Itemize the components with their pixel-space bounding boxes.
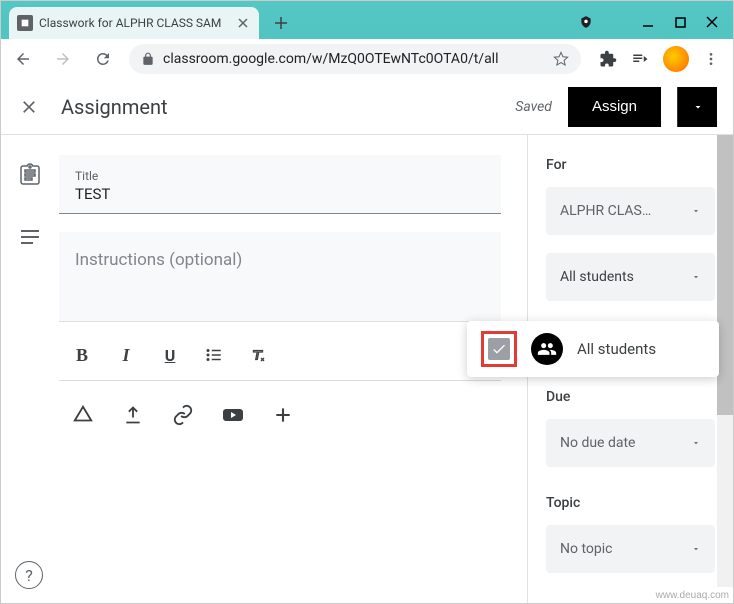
topic-label: Topic bbox=[546, 495, 715, 511]
assign-button[interactable]: Assign bbox=[568, 87, 661, 127]
caret-down-icon bbox=[691, 206, 701, 216]
students-dropdown[interactable]: All students bbox=[546, 253, 715, 301]
security-shield-icon[interactable] bbox=[579, 15, 593, 29]
editor-area: Title TEST Instructions (optional) B I U bbox=[59, 135, 527, 603]
close-assignment-button[interactable] bbox=[17, 95, 41, 119]
group-icon bbox=[531, 333, 563, 365]
browser-menu-icon[interactable] bbox=[703, 51, 719, 67]
title-field[interactable]: Title TEST bbox=[59, 155, 501, 214]
extensions-puzzle-icon[interactable] bbox=[599, 50, 617, 68]
tab-close-icon[interactable] bbox=[235, 15, 251, 31]
topic-value: No topic bbox=[560, 541, 612, 557]
lock-icon bbox=[141, 52, 155, 66]
title-label: Title bbox=[75, 169, 485, 183]
page-title: Assignment bbox=[61, 95, 168, 119]
browser-chrome: Classwork for ALPHR CLASS SAM classroom.… bbox=[1, 1, 733, 79]
left-rail bbox=[1, 135, 59, 603]
forward-button[interactable] bbox=[49, 45, 77, 73]
back-button[interactable] bbox=[9, 45, 37, 73]
bookmark-star-icon[interactable] bbox=[553, 51, 569, 67]
text-format-icon[interactable] bbox=[18, 225, 42, 249]
students-popup: All students bbox=[467, 321, 719, 377]
titlebar: Classwork for ALPHR CLASS SAM bbox=[1, 1, 733, 39]
link-button[interactable] bbox=[171, 403, 195, 427]
due-value: No due date bbox=[560, 435, 635, 451]
profile-avatar[interactable] bbox=[663, 46, 689, 72]
assign-dropdown-button[interactable] bbox=[677, 87, 717, 127]
watermark: www.deuaq.com bbox=[656, 590, 729, 601]
italic-button[interactable]: I bbox=[115, 344, 137, 366]
title-value[interactable]: TEST bbox=[75, 185, 485, 207]
class-selected: ALPHR CLAS… bbox=[560, 203, 651, 219]
class-dropdown[interactable]: ALPHR CLAS… bbox=[546, 187, 715, 235]
students-selected: All students bbox=[560, 269, 634, 285]
drive-button[interactable] bbox=[71, 403, 95, 427]
new-tab-button[interactable] bbox=[267, 9, 295, 37]
checkbox-highlight bbox=[481, 331, 517, 367]
youtube-button[interactable] bbox=[221, 403, 245, 427]
scrollbar[interactable] bbox=[717, 135, 733, 587]
caret-down-icon bbox=[691, 544, 701, 554]
topic-dropdown[interactable]: No topic bbox=[546, 525, 715, 573]
media-control-icon[interactable] bbox=[631, 50, 649, 68]
attachment-row bbox=[59, 381, 501, 449]
instructions-placeholder: Instructions (optional) bbox=[75, 250, 485, 270]
browser-tab[interactable]: Classwork for ALPHR CLASS SAM bbox=[9, 7, 259, 39]
close-window-icon[interactable] bbox=[705, 15, 719, 29]
caret-down-icon bbox=[691, 272, 701, 282]
create-button[interactable] bbox=[271, 403, 295, 427]
clear-format-button[interactable] bbox=[247, 344, 269, 366]
format-toolbar: B I U bbox=[59, 330, 501, 381]
all-students-option[interactable]: All students bbox=[467, 321, 719, 377]
upload-button[interactable] bbox=[121, 403, 145, 427]
due-date-dropdown[interactable]: No due date bbox=[546, 419, 715, 467]
window-controls bbox=[565, 7, 733, 37]
bold-button[interactable]: B bbox=[71, 344, 93, 366]
app-header: Assignment Saved Assign bbox=[1, 79, 733, 135]
url-text: classroom.google.com/w/MzQ0OTEwNTc0OTA0/… bbox=[163, 51, 545, 67]
due-label: Due bbox=[546, 389, 715, 405]
assignment-type-icon[interactable] bbox=[18, 163, 42, 187]
for-label: For bbox=[546, 157, 715, 173]
checkbox-checked-icon[interactable] bbox=[488, 338, 510, 360]
caret-down-icon bbox=[692, 101, 704, 113]
reload-button[interactable] bbox=[89, 45, 117, 73]
all-students-label: All students bbox=[577, 340, 656, 358]
tab-favicon-icon bbox=[17, 15, 33, 31]
maximize-icon[interactable] bbox=[673, 15, 687, 29]
underline-button[interactable]: U bbox=[159, 344, 181, 366]
caret-down-icon bbox=[691, 438, 701, 448]
extension-icons bbox=[593, 46, 725, 72]
saved-status: Saved bbox=[515, 99, 552, 115]
instructions-field[interactable]: Instructions (optional) bbox=[59, 232, 501, 322]
scrollbar-thumb[interactable] bbox=[717, 135, 733, 415]
bullet-list-button[interactable] bbox=[203, 344, 225, 366]
addressbar[interactable]: classroom.google.com/w/MzQ0OTEwNTc0OTA0/… bbox=[129, 44, 581, 74]
tab-title: Classwork for ALPHR CLASS SAM bbox=[39, 16, 229, 30]
addressbar-row: classroom.google.com/w/MzQ0OTEwNTc0OTA0/… bbox=[1, 39, 733, 79]
minimize-icon[interactable] bbox=[641, 15, 655, 29]
help-button[interactable]: ? bbox=[15, 561, 43, 589]
